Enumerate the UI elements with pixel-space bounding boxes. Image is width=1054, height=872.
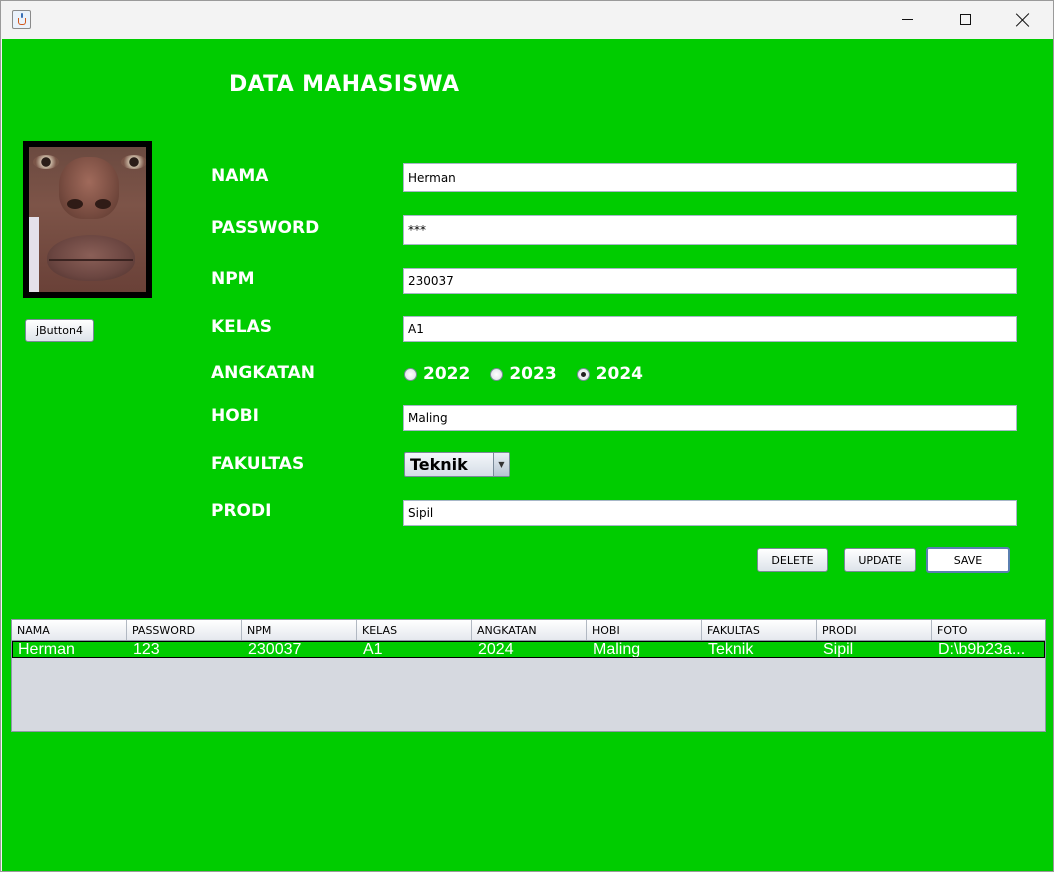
choose-photo-button[interactable]: jButton4 [25,319,94,342]
student-photo [23,141,152,298]
table-cell: 2024 [478,642,514,657]
column-header[interactable]: PASSWORD [127,620,242,640]
password-field[interactable]: *** [403,215,1017,245]
data-table[interactable]: NAMA PASSWORD NPM KELAS ANGKATAN HOBI FA… [11,619,1046,732]
column-header[interactable]: FOTO [932,620,1045,640]
column-header[interactable]: FAKULTAS [702,620,817,640]
radio-button-selected-icon [576,367,590,381]
close-icon [1016,13,1030,27]
radio-label: 2022 [423,364,471,384]
update-button[interactable]: UPDATE [844,548,916,572]
prodi-label: PRODI [211,501,272,521]
angkatan-radio-group: 2022 2023 2024 [404,364,663,384]
column-header[interactable]: PRODI [817,620,932,640]
column-header[interactable]: KELAS [357,620,472,640]
table-cell: Teknik [708,642,754,657]
minimize-button[interactable] [878,1,936,38]
table-header: NAMA PASSWORD NPM KELAS ANGKATAN HOBI FA… [12,620,1045,641]
nama-field[interactable]: Herman [403,163,1017,192]
npm-field[interactable]: 230037 [403,268,1017,294]
delete-button[interactable]: DELETE [757,548,828,572]
radio-2024[interactable]: 2024 [576,364,643,384]
password-label: PASSWORD [211,218,320,238]
nama-label: NAMA [211,166,269,186]
save-button[interactable]: SAVE [926,547,1010,573]
form-panel: DATA MAHASISWA jButton4 NAMA Herman PASS… [2,39,1053,871]
column-header[interactable]: ANGKATAN [472,620,587,640]
table-cell: D:\b9b23a... [938,642,1026,657]
column-header[interactable]: NAMA [12,620,127,640]
npm-label: NPM [211,269,255,289]
radio-button-icon [490,367,504,381]
column-header[interactable]: HOBI [587,620,702,640]
table-cell: 230037 [248,642,302,657]
chevron-down-icon[interactable]: ▼ [493,453,509,476]
table-cell: Herman [18,642,75,657]
dropdown-value: Teknik [410,455,468,474]
app-window: DATA MAHASISWA jButton4 NAMA Herman PASS… [0,0,1054,872]
java-icon [12,10,31,29]
table-cell: 123 [133,642,160,657]
minimize-icon [901,19,913,20]
kelas-field[interactable]: A1 [403,316,1017,342]
hobi-field[interactable]: Maling [403,405,1017,431]
kelas-label: KELAS [211,317,273,337]
fakultas-label: FAKULTAS [211,454,305,474]
prodi-field[interactable]: Sipil [403,500,1017,526]
angkatan-label: ANGKATAN [211,363,316,383]
page-title: DATA MAHASISWA [229,72,460,97]
table-cell: Sipil [823,642,854,657]
title-bar [1,1,1053,38]
radio-label: 2024 [595,364,643,384]
hobi-label: HOBI [211,406,259,426]
radio-button-icon [404,367,417,381]
radio-2022[interactable]: 2022 [404,364,470,384]
table-cell: Maling [593,642,641,657]
fakultas-dropdown[interactable]: Teknik ▼ [404,452,510,477]
maximize-icon [959,14,971,25]
radio-label: 2023 [509,364,557,384]
table-cell: A1 [363,642,383,657]
close-button[interactable] [994,1,1052,38]
table-row[interactable]: Herman 123 230037 A1 2024 Maling Teknik … [12,641,1045,658]
maximize-button[interactable] [936,1,994,38]
column-header[interactable]: NPM [242,620,357,640]
radio-2023[interactable]: 2023 [490,364,557,384]
